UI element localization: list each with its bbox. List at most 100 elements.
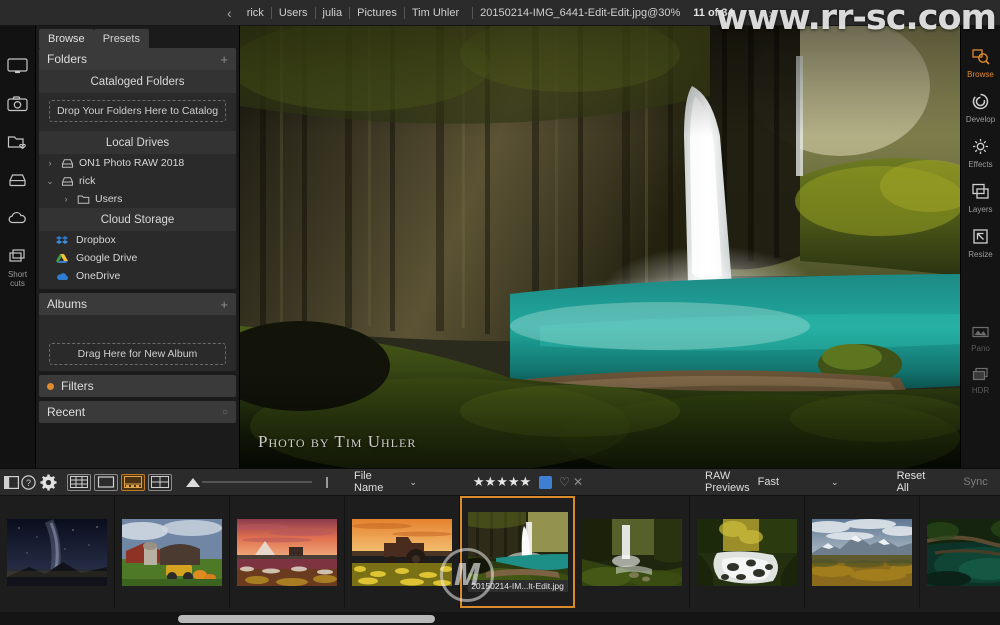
folder-heart-icon[interactable]	[6, 132, 30, 152]
drive-row-rick[interactable]: ⌄ rick	[39, 172, 236, 190]
list-item[interactable]	[230, 496, 345, 608]
onedrive-icon	[55, 270, 69, 283]
camera-icon[interactable]	[6, 94, 30, 114]
back-arrow-icon[interactable]: ‹	[219, 6, 240, 20]
detail-view-icon[interactable]	[94, 474, 118, 491]
filmstrip[interactable]: 20150214-IM...lt-Edit.jpg	[0, 496, 1000, 625]
reset-all-button[interactable]: Reset All	[893, 468, 930, 496]
breadcrumb-item-rick[interactable]: rick	[240, 7, 271, 19]
cloud-row-dropbox[interactable]: Dropbox	[39, 231, 236, 249]
filters-header[interactable]: Filters	[39, 375, 236, 397]
breadcrumb: rick Users julia Pictures Tim Uhler 2015…	[240, 7, 688, 19]
tab-presets[interactable]: Presets	[94, 29, 149, 48]
list-item[interactable]	[805, 496, 920, 608]
stack-icon[interactable]	[6, 246, 30, 266]
module-label: Effects	[968, 160, 992, 169]
list-item[interactable]	[690, 496, 805, 608]
tab-browse[interactable]: Browse	[39, 29, 94, 48]
pano-icon	[972, 325, 989, 342]
raw-previews-label: RAW Previews	[705, 470, 750, 494]
cloud-icon[interactable]	[6, 208, 30, 228]
album-dropzone[interactable]: Drag Here for New Album	[49, 343, 226, 365]
twisty-icon[interactable]: ⌄	[45, 176, 55, 187]
twisty-icon[interactable]: ›	[45, 158, 55, 168]
thumbnail-green-pool-logs	[927, 519, 1000, 586]
catalog-dropzone[interactable]: Drop Your Folders Here to Catalog	[49, 100, 226, 122]
panel-toggle-icon[interactable]	[4, 471, 19, 493]
module-label: Pano	[971, 344, 990, 353]
browse-icon	[972, 48, 990, 68]
list-item[interactable]	[0, 496, 115, 608]
view-mode-group	[67, 474, 172, 491]
module-effects[interactable]: Effects	[961, 138, 1000, 169]
color-label-badge[interactable]	[539, 476, 552, 489]
gear-icon[interactable]	[40, 471, 57, 493]
list-item-selected[interactable]: 20150214-IM...lt-Edit.jpg	[460, 496, 575, 608]
twisty-icon[interactable]: ›	[61, 194, 71, 204]
module-label: Layers	[968, 205, 992, 214]
folder-row-users[interactable]: › Users	[39, 190, 236, 208]
filmstrip-scrollbar-thumb[interactable]	[178, 615, 435, 623]
drive-icon	[60, 157, 74, 170]
slider-handle[interactable]	[186, 478, 200, 487]
help-icon[interactable]: ?	[21, 471, 36, 493]
list-item[interactable]	[575, 496, 690, 608]
module-layers[interactable]: Layers	[961, 183, 1000, 214]
sync-button[interactable]: Sync	[959, 474, 991, 490]
albums-body: Drag Here for New Album	[39, 315, 236, 371]
drive-icon[interactable]	[6, 170, 30, 190]
thumbnail-tulip-field-sunset	[237, 519, 337, 586]
chevron-down-icon[interactable]: ⌄	[409, 477, 417, 488]
chevron-down-icon[interactable]: ⌄	[831, 477, 839, 488]
filmstrip-view-icon[interactable]	[121, 474, 145, 491]
next-image-arrow[interactable]: ›	[760, 6, 781, 20]
drive-row-on1-photo-raw[interactable]: › ON1 Photo RAW 2018	[39, 154, 236, 172]
breadcrumb-item-julia[interactable]: julia	[315, 7, 350, 19]
sort-dropdown[interactable]: File Name ⌄	[354, 470, 417, 494]
filmstrip-scrollbar[interactable]	[0, 612, 1000, 625]
list-item[interactable]	[115, 496, 230, 608]
cloud-row-onedrive[interactable]: OneDrive	[39, 267, 236, 285]
hdr-icon	[972, 367, 989, 384]
image-preview-area[interactable]: Photo by Tim Uhler	[240, 26, 960, 468]
star-rating[interactable]: ★★★★★	[473, 474, 531, 490]
like-icon[interactable]: ♡	[559, 475, 570, 489]
cloud-row-google-drive[interactable]: Google Drive	[39, 249, 236, 267]
cloud-label: Dropbox	[76, 234, 116, 246]
folder-icon	[76, 193, 90, 206]
folders-section: Folders + Cataloged Folders Drop Your Fo…	[39, 48, 236, 289]
bottom-toolbar: ? File Name ⌄	[0, 468, 1000, 496]
list-item[interactable]	[920, 496, 1000, 608]
slider-track[interactable]	[202, 481, 312, 483]
module-resize[interactable]: Resize	[961, 228, 1000, 259]
monitor-icon[interactable]	[6, 56, 30, 76]
drive-label: ON1 Photo RAW 2018	[79, 157, 184, 169]
recent-header-label: Recent	[47, 405, 85, 419]
compare-view-icon[interactable]	[148, 474, 172, 491]
square-icon[interactable]	[326, 477, 328, 488]
add-folder-icon[interactable]: +	[220, 52, 228, 67]
albums-section: Albums + Drag Here for New Album	[39, 293, 236, 371]
breadcrumb-item-tim-uhler[interactable]: Tim Uhler	[404, 7, 466, 19]
previous-image-arrow[interactable]: ‹	[740, 6, 761, 20]
list-item[interactable]	[345, 496, 460, 608]
thumbnail-autumn-river-rapids	[697, 519, 797, 586]
thumbnail-filename: 20150214-IM...lt-Edit.jpg	[467, 580, 568, 592]
add-album-icon[interactable]: +	[220, 297, 228, 312]
module-develop[interactable]: Develop	[961, 93, 1000, 124]
module-browse[interactable]: Browse	[961, 48, 1000, 79]
albums-header[interactable]: Albums +	[39, 293, 236, 315]
module-hdr[interactable]: HDR	[961, 367, 1000, 395]
reject-icon[interactable]: ✕	[573, 475, 583, 489]
module-pano[interactable]: Pano	[961, 325, 1000, 353]
grid-view-icon[interactable]	[67, 474, 91, 491]
raw-previews-dropdown[interactable]: RAW Previews Fast ⌄	[705, 470, 839, 494]
recent-header[interactable]: Recent ○	[39, 401, 236, 423]
albums-header-label: Albums	[47, 297, 87, 311]
folders-header[interactable]: Folders +	[39, 48, 236, 70]
thumbnail-size-slider[interactable]	[186, 478, 312, 487]
module-label: Browse	[967, 70, 994, 79]
recent-chevron-icon[interactable]: ○	[222, 407, 228, 418]
breadcrumb-item-users[interactable]: Users	[271, 7, 315, 19]
breadcrumb-item-pictures[interactable]: Pictures	[349, 7, 404, 19]
